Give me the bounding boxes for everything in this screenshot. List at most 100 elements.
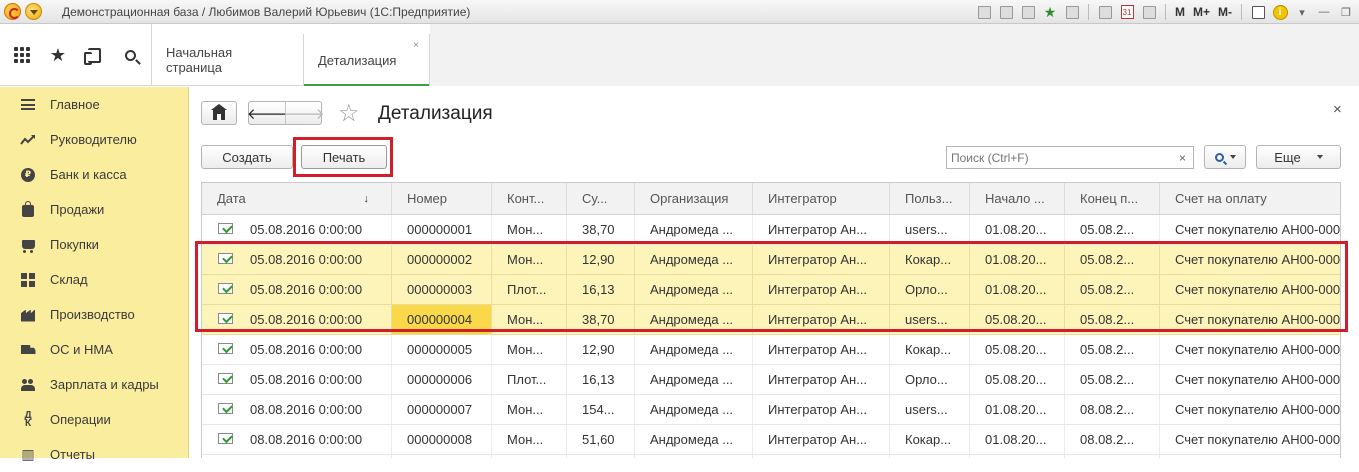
cell-start[interactable]: 01.08.20... [970, 395, 1065, 424]
column-header-contract[interactable]: Конт... [492, 183, 567, 214]
cell-organization[interactable]: Андромеда ... [635, 425, 753, 454]
calendar-icon[interactable]: 31 [1118, 3, 1136, 21]
favorites-icon[interactable] [1063, 3, 1081, 21]
cell-invoice[interactable]: Счет покупателю АН00-0000 [1160, 395, 1340, 424]
cell-user[interactable]: Орло... [890, 365, 970, 394]
cell-end[interactable]: 08.08.2... [1065, 425, 1160, 454]
cell-integrator[interactable]: Интегратор Ан... [753, 305, 890, 334]
apps-grid-icon[interactable] [4, 24, 40, 86]
print-icon[interactable] [997, 3, 1015, 21]
calculator-icon[interactable] [1096, 3, 1114, 21]
cell-invoice[interactable]: Счет покупателю АН00-0000 [1160, 275, 1340, 304]
cell-number[interactable]: 000000003 [392, 275, 492, 304]
cell-number[interactable]: 000000004 [392, 305, 492, 334]
search-options-button[interactable] [1204, 145, 1246, 169]
cell-invoice[interactable]: Счет покупателю АН00-0000 [1160, 245, 1340, 274]
cell-start[interactable]: 01.08.20... [970, 425, 1065, 454]
cell-end[interactable]: 05.08.2... [1065, 305, 1160, 334]
sidebar-item-sales[interactable]: Продажи [0, 192, 188, 227]
cell-sum[interactable]: 12,90 [567, 335, 635, 364]
table-row[interactable]: 05.08.2016 0:00:00 000000001 Мон... 38,70 Ан… [202, 215, 1340, 245]
add-favorite-icon[interactable]: ★ [1041, 3, 1059, 21]
home-button[interactable] [201, 101, 237, 125]
cell-integrator[interactable]: Интегратор Ан... [753, 425, 890, 454]
sidebar-item-main[interactable]: Главное [0, 87, 188, 122]
cell-start[interactable]: 01.08.20... [970, 245, 1065, 274]
cell-sum[interactable]: 12,90 [567, 245, 635, 274]
cell-user[interactable]: Кокар... [890, 245, 970, 274]
cell-invoice[interactable]: Счет покупателю АН00-0000 [1160, 215, 1340, 244]
column-header-user[interactable]: Польз... [890, 183, 970, 214]
cell-number[interactable]: 000000002 [392, 245, 492, 274]
cell-contract[interactable]: Мон... [492, 215, 567, 244]
tab-detailing[interactable]: Детализация × [304, 34, 430, 86]
cell-invoice[interactable]: Счет покупателю АН00-0000 [1160, 365, 1340, 394]
cell-integrator[interactable]: Интегратор Ан... [753, 335, 890, 364]
more-button[interactable]: Еще [1256, 145, 1341, 169]
cell-end[interactable]: 05.08.2... [1065, 335, 1160, 364]
panels-icon[interactable] [1249, 3, 1267, 21]
info-icon[interactable]: i [1271, 3, 1289, 21]
cell-number[interactable]: 000000006 [392, 365, 492, 394]
cell-integrator[interactable]: Интегратор Ан... [753, 245, 890, 274]
column-header-integrator[interactable]: Интегратор [753, 183, 890, 214]
cell-start[interactable]: 05.08.20... [970, 365, 1065, 394]
table-row[interactable]: 08.08.2016 0:00:00 000000008 Мон... 51,60 Ан… [202, 425, 1340, 455]
search-clear-icon[interactable]: × [1172, 146, 1194, 169]
column-header-number[interactable]: Номер [392, 183, 492, 214]
table-row[interactable]: 08.08.2016 0:00:00 000000007 Мон... 154... А… [202, 395, 1340, 425]
cell-end[interactable]: 05.08.2... [1065, 275, 1160, 304]
cell-contract[interactable]: Мон... [492, 305, 567, 334]
tab-close-icon[interactable]: × [413, 40, 419, 51]
main-menu-icon[interactable] [25, 3, 42, 20]
cell-end[interactable]: 05.08.2... [1065, 245, 1160, 274]
cell-number[interactable]: 000000001 [392, 215, 492, 244]
sidebar-item-warehouse[interactable]: Склад [0, 262, 188, 297]
create-button[interactable]: Создать [201, 145, 293, 169]
table-row[interactable]: 05.08.2016 0:00:00 000000004 Мон... 38,70 Ан… [202, 305, 1340, 335]
cell-number[interactable]: 000000008 [392, 425, 492, 454]
clipboard-icon[interactable] [1140, 3, 1158, 21]
cell-start[interactable]: 05.08.20... [970, 305, 1065, 334]
column-header-date[interactable]: Дата ↓ [202, 183, 392, 214]
cell-user[interactable]: users... [890, 395, 970, 424]
tab-home-page[interactable]: Начальная страница [152, 34, 304, 86]
back-button[interactable]: 🡐 [247, 102, 287, 124]
cell-integrator[interactable]: Интегратор Ан... [753, 365, 890, 394]
cell-sum[interactable]: 51,60 [567, 425, 635, 454]
preview-icon[interactable] [1019, 3, 1037, 21]
cell-contract[interactable]: Плот... [492, 365, 567, 394]
cell-contract[interactable]: Мон... [492, 395, 567, 424]
sidebar-item-bank[interactable]: ₽ Банк и касса [0, 157, 188, 192]
cell-integrator[interactable]: Интегратор Ан... [753, 275, 890, 304]
cell-organization[interactable]: Андромеда ... [635, 275, 753, 304]
sidebar-item-payroll[interactable]: Зарплата и кадры [0, 367, 188, 402]
memory-plus-button[interactable]: M+ [1191, 3, 1212, 21]
column-header-start[interactable]: Начало ... [970, 183, 1065, 214]
cell-user[interactable]: Кокар... [890, 425, 970, 454]
favorite-star-icon[interactable]: ☆ [338, 99, 360, 128]
cell-start[interactable]: 05.08.20... [970, 335, 1065, 364]
cell-end[interactable]: 05.08.2... [1065, 215, 1160, 244]
favorites-star-icon[interactable]: ★ [40, 24, 76, 86]
sidebar-item-purchases[interactable]: Покупки [0, 227, 188, 262]
cell-invoice[interactable]: Счет покупателю АН00-0000 [1160, 305, 1340, 334]
cell-contract[interactable]: Мон... [492, 245, 567, 274]
cell-sum[interactable]: 16,13 [567, 275, 635, 304]
cell-organization[interactable]: Андромеда ... [635, 365, 753, 394]
cell-organization[interactable]: Андромеда ... [635, 335, 753, 364]
cell-number[interactable]: 000000007 [392, 395, 492, 424]
forward-button[interactable]: 🡒 [284, 102, 324, 124]
cell-user[interactable]: Кокар... [890, 335, 970, 364]
cell-contract[interactable]: Плот... [492, 275, 567, 304]
column-header-end[interactable]: Конец п... [1065, 183, 1160, 214]
cell-sum[interactable]: 16,13 [567, 365, 635, 394]
cell-integrator[interactable]: Интегратор Ан... [753, 395, 890, 424]
table-row[interactable]: 05.08.2016 0:00:00 000000003 Плот... 16,13 А… [202, 275, 1340, 305]
column-header-invoice[interactable]: Счет на оплату [1160, 183, 1340, 214]
sidebar-item-manager[interactable]: Руководителю [0, 122, 188, 157]
cell-integrator[interactable]: Интегратор Ан... [753, 215, 890, 244]
cell-user[interactable]: Орло... [890, 275, 970, 304]
sidebar-item-reports[interactable]: ▥ Отчеты [0, 437, 188, 472]
cell-user[interactable]: users... [890, 305, 970, 334]
